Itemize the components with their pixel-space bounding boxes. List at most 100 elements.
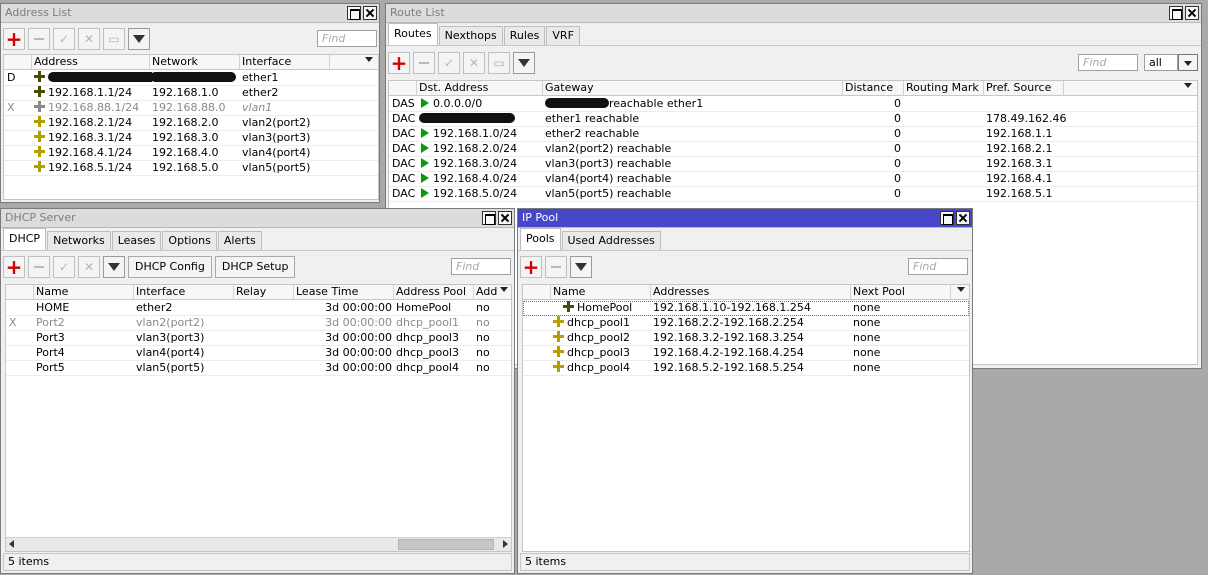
col-interface[interactable]: Interface <box>134 285 234 300</box>
col-distance[interactable]: Distance <box>843 81 904 96</box>
col-interface[interactable]: Interface <box>240 55 330 70</box>
table-row[interactable]: DAC 192.168.3.0/24 vlan3(port3) reachable 0… <box>389 157 1197 172</box>
table-row[interactable]: DAS 0.0.0.0/0 reachable ether1 0 <box>389 97 1197 112</box>
col-lease-time[interactable]: Lease Time <box>294 285 394 300</box>
table-row[interactable]: Dether1 <box>4 71 378 86</box>
disable-button[interactable]: ✕ <box>78 256 100 278</box>
table-row[interactable]: dhcp_pool2 192.168.3.2-192.168.3.254 none <box>523 331 969 346</box>
tab-vrf[interactable]: VRF <box>546 26 580 45</box>
table-row[interactable]: dhcp_pool3 192.168.4.2-192.168.4.254 none <box>523 346 969 361</box>
disable-button[interactable]: ✕ <box>463 52 485 74</box>
route-list-titlebar[interactable]: Route List <box>386 4 1201 23</box>
dhcp-setup-button[interactable]: DHCP Setup <box>214 256 296 278</box>
col-dst-address[interactable]: Dst. Address <box>417 81 543 96</box>
table-row[interactable]: DAC ether1 reachable 0 178.49.162.46 <box>389 112 1197 127</box>
table-row[interactable]: Port3 vlan3(port3) 3d 00:00:00 dhcp_pool3 no <box>6 331 511 346</box>
table-row[interactable]: DAC 192.168.2.0/24 vlan2(port2) reachable 0… <box>389 142 1197 157</box>
table-row[interactable]: dhcp_pool4 192.168.5.2-192.168.5.254 none <box>523 361 969 376</box>
disable-button[interactable]: ✕ <box>78 28 100 50</box>
col-name[interactable]: Name <box>34 285 134 300</box>
table-row[interactable]: X 192.168.88.1/24 192.168.88.0 vlan1 <box>4 101 378 116</box>
table-row[interactable]: DAC 192.168.4.0/24 vlan4(port4) reachable 0… <box>389 172 1197 187</box>
table-row[interactable]: HOME ether2 3d 00:00:00 HomePool no <box>6 301 511 316</box>
table-row[interactable]: Port5 vlan5(port5) 3d 00:00:00 dhcp_pool4 no <box>6 361 511 376</box>
dhcp-server-titlebar[interactable]: DHCP Server <box>1 209 514 228</box>
col-add-arp[interactable]: Add <box>474 285 511 300</box>
table-row[interactable]: 192.168.5.1/24 192.168.5.0 vlan5(port5) <box>4 161 378 176</box>
tab-networks[interactable]: Networks <box>47 231 111 250</box>
remove-button[interactable] <box>545 256 567 278</box>
close-icon[interactable] <box>1185 6 1199 20</box>
find-input[interactable]: Find <box>1078 54 1138 71</box>
col-network[interactable]: Network <box>150 55 240 70</box>
find-input[interactable]: Find <box>451 258 511 275</box>
table-row[interactable]: HomePool 192.168.1.10-192.168.1.254 none <box>523 301 969 316</box>
col-name[interactable]: Name <box>551 285 651 300</box>
tab-pools[interactable]: Pools <box>520 228 561 250</box>
col-next-pool[interactable]: Next Pool <box>851 285 951 300</box>
col-relay[interactable]: Relay <box>234 285 294 300</box>
remove-button[interactable] <box>28 28 50 50</box>
add-button[interactable]: + <box>3 256 25 278</box>
table-row[interactable]: dhcp_pool1 192.168.2.2-192.168.2.254 none <box>523 316 969 331</box>
table-row[interactable]: 192.168.1.1/24 192.168.1.0 ether2 <box>4 86 378 101</box>
add-button[interactable]: + <box>3 28 25 50</box>
filter-button[interactable] <box>128 28 150 50</box>
table-row[interactable]: 192.168.4.1/24 192.168.4.0 vlan4(port4) <box>4 146 378 161</box>
filter-button[interactable] <box>103 256 125 278</box>
filter-button[interactable] <box>513 52 535 74</box>
scroll-left-icon[interactable] <box>9 540 14 548</box>
enable-button[interactable]: ✓ <box>53 256 75 278</box>
tab-nexthops[interactable]: Nexthops <box>438 26 503 45</box>
scroll-thumb[interactable] <box>398 539 494 550</box>
table-row[interactable]: 192.168.2.1/24 192.168.2.0 vlan2(port2) <box>4 116 378 131</box>
enable-button[interactable]: ✓ <box>53 28 75 50</box>
tab-options[interactable]: Options <box>162 231 217 250</box>
tab-rules[interactable]: Rules <box>503 26 546 45</box>
comment-button[interactable]: ▭ <box>488 52 510 74</box>
table-row[interactable]: DAC 192.168.1.0/24 ether2 reachable 0 192.16… <box>389 127 1197 142</box>
col-gateway[interactable]: Gateway <box>543 81 843 96</box>
maximize-icon[interactable] <box>482 211 496 225</box>
ip-pool-titlebar[interactable]: IP Pool <box>518 209 972 228</box>
find-input[interactable]: Find <box>908 258 968 275</box>
maximize-icon[interactable] <box>940 211 954 225</box>
close-icon[interactable] <box>363 6 377 20</box>
table-row[interactable]: DAC 192.168.5.0/24 vlan5(port5) reachable 0… <box>389 187 1197 202</box>
dhcp-config-button[interactable]: DHCP Config <box>128 256 212 278</box>
close-icon[interactable] <box>956 211 970 225</box>
tab-used-addresses[interactable]: Used Addresses <box>561 231 661 250</box>
address-list-titlebar[interactable]: Address List <box>1 4 379 23</box>
maximize-icon[interactable] <box>347 6 361 20</box>
filter-button[interactable] <box>570 256 592 278</box>
remove-button[interactable] <box>28 256 50 278</box>
column-menu[interactable] <box>951 285 969 300</box>
col-address-pool[interactable]: Address Pool <box>394 285 474 300</box>
tab-dhcp[interactable]: DHCP <box>3 228 47 250</box>
route-filter-dropdown[interactable] <box>1178 54 1198 71</box>
table-row[interactable]: X Port2 vlan2(port2) 3d 00:00:00 dhcp_pool1 n… <box>6 316 511 331</box>
comment-button[interactable]: ▭ <box>103 28 125 50</box>
col-routing-mark[interactable]: Routing Mark <box>904 81 984 96</box>
horizontal-scrollbar[interactable] <box>6 537 511 551</box>
enable-button[interactable]: ✓ <box>438 52 460 74</box>
tab-alerts[interactable]: Alerts <box>217 231 262 250</box>
table-row[interactable]: 192.168.3.1/24 192.168.3.0 vlan3(port3) <box>4 131 378 146</box>
col-addresses[interactable]: Addresses <box>651 285 851 300</box>
column-menu[interactable] <box>360 55 378 70</box>
col-address[interactable]: Address <box>32 55 150 70</box>
add-button[interactable]: + <box>520 256 542 278</box>
col-pref-source[interactable]: Pref. Source <box>984 81 1064 96</box>
scroll-right-icon[interactable] <box>503 540 508 548</box>
table-row[interactable]: Port4 vlan4(port4) 3d 00:00:00 dhcp_pool3 no <box>6 346 511 361</box>
remove-button[interactable] <box>413 52 435 74</box>
maximize-icon[interactable] <box>1169 6 1183 20</box>
route-filter-select[interactable]: all <box>1144 54 1178 71</box>
address-list-window: Address List + ✓ ✕ ▭ Find Address Networ… <box>0 3 380 203</box>
tab-leases[interactable]: Leases <box>111 231 162 250</box>
close-icon[interactable] <box>498 211 512 225</box>
add-button[interactable]: + <box>388 52 410 74</box>
column-menu[interactable] <box>1179 81 1197 96</box>
tab-routes[interactable]: Routes <box>388 23 438 45</box>
find-input[interactable]: Find <box>317 30 377 47</box>
